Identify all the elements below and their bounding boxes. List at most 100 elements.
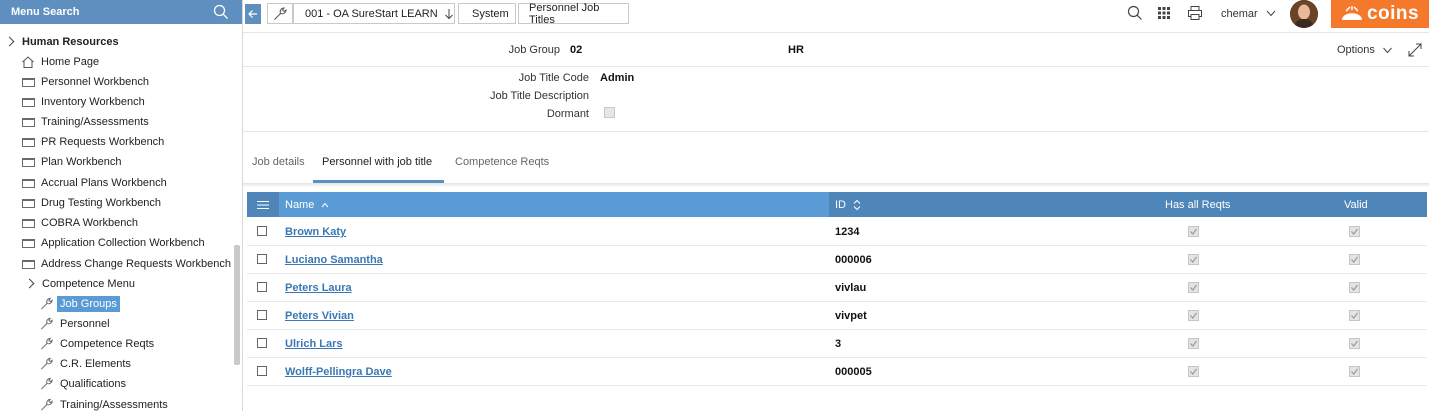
sidebar-item-drug-testing-workbench[interactable]: Drug Testing Workbench — [21, 193, 161, 212]
row-select-checkbox[interactable] — [257, 282, 267, 292]
row-select-checkbox[interactable] — [257, 366, 267, 376]
check-icon — [1190, 228, 1197, 235]
tab-personnel-with-job-title[interactable]: Personnel with job title — [322, 156, 432, 168]
wrench-icon — [40, 297, 54, 311]
row-select-checkbox[interactable] — [257, 338, 267, 348]
check-icon — [1190, 312, 1197, 319]
folder-icon — [21, 118, 35, 127]
sidebar-root-human-resources[interactable]: Human Resources — [4, 32, 119, 51]
has-all-reqts-checkbox — [1188, 338, 1199, 349]
print-icon[interactable] — [1187, 5, 1203, 21]
apps-grid-icon[interactable] — [1156, 5, 1172, 21]
sidebar-item-label: Address Change Requests Workbench — [41, 257, 231, 270]
folder-icon — [21, 239, 35, 248]
sidebar-item-training-assessments[interactable]: Training/Assessments — [21, 112, 149, 131]
sidebar-item-label: Accrual Plans Workbench — [41, 176, 167, 189]
check-icon — [1351, 284, 1358, 291]
sidebar-subitem-qualifications[interactable]: Qualifications — [40, 374, 126, 393]
check-icon — [1351, 340, 1358, 347]
column-header-id[interactable]: ID — [829, 192, 1427, 217]
tab-job-details[interactable]: Job details — [252, 156, 305, 168]
breadcrumb-system[interactable]: System — [458, 3, 516, 24]
sidebar-item-label: PR Requests Workbench — [41, 135, 165, 148]
sidebar-subitem-cr-elements[interactable]: C.R. Elements — [40, 354, 131, 373]
sidebar-item-label: Personnel Workbench — [41, 75, 150, 88]
table-row: Wolff-Pellingra Dave 000005 — [247, 358, 1427, 386]
sidebar-item-competence-menu[interactable]: Competence Menu — [24, 274, 135, 293]
sidebar-item-address-change-requests-workbench[interactable]: Address Change Requests Workbench — [21, 254, 231, 273]
breadcrumb-tool-button[interactable] — [267, 3, 293, 24]
sidebar-scrollbar[interactable] — [234, 245, 240, 365]
sidebar-subitem-personnel[interactable]: Personnel — [40, 314, 110, 333]
sidebar-item-label: Competence Reqts — [60, 337, 155, 350]
user-name[interactable]: chemar — [1221, 8, 1258, 20]
search-icon[interactable] — [213, 4, 229, 20]
person-name-link[interactable]: Wolff-Pellingra Dave — [285, 366, 392, 378]
search-icon[interactable] — [1127, 5, 1143, 21]
valid-checkbox — [1349, 366, 1360, 377]
has-all-reqts-checkbox — [1188, 366, 1199, 377]
check-icon — [1351, 368, 1358, 375]
sidebar-item-pr-requests-workbench[interactable]: PR Requests Workbench — [21, 132, 164, 151]
has-all-reqts-checkbox — [1188, 254, 1199, 265]
sidebar-item-label: Application Collection Workbench — [41, 236, 205, 249]
sidebar-item-cobra-workbench[interactable]: COBRA Workbench — [21, 213, 138, 232]
divider — [243, 32, 1429, 33]
person-name-link[interactable]: Ulrich Lars — [285, 338, 342, 350]
coins-logo-text: coins — [1366, 3, 1420, 24]
person-id: 3 — [835, 338, 842, 350]
sidebar-item-inventory-workbench[interactable]: Inventory Workbench — [21, 92, 145, 111]
valid-checkbox — [1349, 310, 1360, 321]
sidebar-item-home-page[interactable]: Home Page — [21, 52, 99, 71]
row-select-checkbox[interactable] — [257, 226, 267, 236]
expand-icon[interactable] — [1407, 42, 1423, 58]
person-name-link[interactable]: Peters Laura — [285, 282, 352, 294]
wrench-icon — [40, 317, 54, 331]
sidebar-subitem-job-groups[interactable]: Job Groups — [40, 294, 120, 313]
breadcrumb-page[interactable]: Personnel Job Titles — [518, 2, 629, 26]
options-menu[interactable]: Options — [1337, 44, 1393, 56]
job-group-value: 02 — [570, 44, 583, 56]
valid-checkbox — [1349, 282, 1360, 293]
folder-icon — [21, 260, 35, 269]
back-button[interactable] — [245, 4, 261, 24]
job-title-description-label: Job Title Description — [489, 90, 589, 102]
person-id: 1234 — [835, 226, 860, 238]
column-menu-button[interactable] — [247, 192, 279, 217]
arrow-left-icon — [248, 10, 257, 18]
menu-search[interactable]: Menu Search — [0, 0, 242, 24]
breadcrumb-company[interactable]: 001 - OA SureStart LEARN — [293, 3, 455, 24]
row-select-checkbox[interactable] — [257, 254, 267, 264]
folder-icon — [21, 138, 35, 147]
person-name-link[interactable]: Brown Katy — [285, 226, 346, 238]
column-header-valid[interactable]: Valid — [1344, 192, 1368, 217]
column-header-name[interactable]: Name — [279, 192, 829, 217]
sidebar-item-label: Personnel — [60, 317, 110, 330]
top-bar: 001 - OA SureStart LEARN System Personne… — [243, 0, 1429, 32]
chevron-down-icon[interactable] — [1265, 7, 1277, 19]
avatar[interactable] — [1290, 0, 1318, 28]
sidebar-item-plan-workbench[interactable]: Plan Workbench — [21, 152, 122, 171]
person-id: vivpet — [835, 310, 867, 322]
dormant-checkbox[interactable] — [604, 107, 615, 118]
sort-ascending-icon — [321, 202, 329, 207]
person-name-link[interactable]: Luciano Samantha — [285, 254, 383, 266]
sidebar-item-personnel-workbench[interactable]: Personnel Workbench — [21, 72, 149, 91]
column-header-has-all-reqts[interactable]: Has all Reqts — [1165, 192, 1230, 217]
tab-competence-reqts[interactable]: Competence Reqts — [455, 156, 549, 168]
table-row: Luciano Samantha 000006 — [247, 246, 1427, 274]
folder-icon — [21, 219, 35, 228]
sidebar-item-accrual-plans-workbench[interactable]: Accrual Plans Workbench — [21, 173, 167, 192]
sidebar-item-label: C.R. Elements — [60, 357, 131, 370]
person-name-link[interactable]: Peters Vivian — [285, 310, 354, 322]
table-row: Peters Vivian vivpet — [247, 302, 1427, 330]
coins-logo-icon — [1341, 6, 1362, 20]
sidebar-subitem-training-assessments[interactable]: Training/Assessments — [40, 395, 168, 411]
row-select-checkbox[interactable] — [257, 310, 267, 320]
valid-checkbox — [1349, 338, 1360, 349]
sidebar-subitem-competence-reqts[interactable]: Competence Reqts — [40, 334, 154, 353]
column-header-has-all-reqts-label: Has all Reqts — [1165, 198, 1231, 211]
sidebar-item-application-collection-workbench[interactable]: Application Collection Workbench — [21, 233, 205, 252]
grid-header: Name ID Has all Reqts Valid — [247, 192, 1427, 217]
check-icon — [1190, 340, 1197, 347]
